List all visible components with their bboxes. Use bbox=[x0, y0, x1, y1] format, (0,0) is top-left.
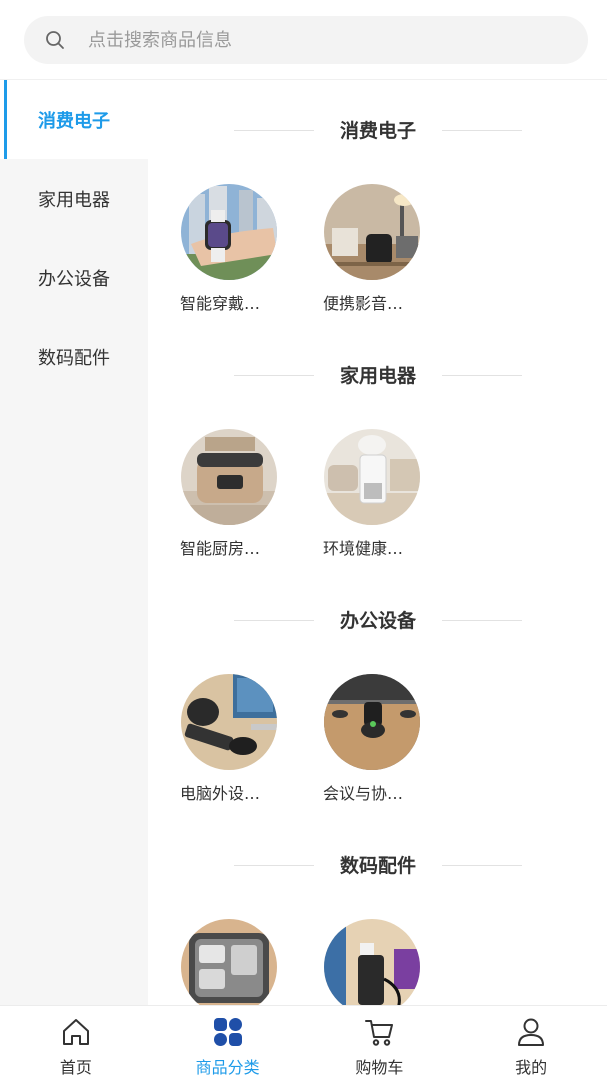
category-section: 家用电器 智能厨房… 环境健康… bbox=[148, 325, 607, 570]
section-title: 办公设备 bbox=[339, 610, 416, 632]
accessory-case-image bbox=[181, 919, 277, 1005]
category-section: 消费电子 智能穿戴… 便携影音… bbox=[148, 80, 607, 325]
sidebar-item-consumer-electronics[interactable]: 消费电子 bbox=[0, 80, 148, 159]
app-screen: 消费电子 家用电器 办公设备 数码配件 消费电子 bbox=[0, 0, 607, 1080]
sidebar-item-label: 数码配件 bbox=[38, 347, 110, 369]
product-label: 便携影音… bbox=[323, 294, 404, 313]
search-header bbox=[0, 0, 607, 80]
product-card-meeting-collaboration[interactable]: 会议与协… bbox=[323, 674, 423, 804]
section-header: 家用电器 bbox=[148, 361, 607, 391]
section-title: 家用电器 bbox=[339, 365, 416, 387]
section-header: 数码配件 bbox=[148, 851, 607, 881]
search-input[interactable] bbox=[88, 29, 528, 51]
sidebar-item-digital-accessories[interactable]: 数码配件 bbox=[0, 317, 148, 396]
product-label: 电脑外设… bbox=[180, 784, 261, 803]
conference-device-image bbox=[324, 674, 420, 770]
cart-icon bbox=[363, 1016, 395, 1048]
category-section: 数码配件 bbox=[148, 815, 607, 1005]
tab-profile[interactable]: 我的 bbox=[455, 1006, 607, 1080]
product-card-portable-audio[interactable]: 便携影音… bbox=[323, 184, 423, 314]
tab-label: 商品分类 bbox=[195, 1058, 260, 1077]
search-icon bbox=[44, 29, 66, 51]
sidebar-item-label: 家用电器 bbox=[38, 189, 110, 211]
sidebar-item-label: 消费电子 bbox=[38, 110, 110, 132]
product-label: 会议与协… bbox=[323, 784, 404, 803]
section-title: 消费电子 bbox=[339, 120, 416, 142]
air-purifier-image bbox=[324, 429, 420, 525]
home-icon bbox=[60, 1016, 92, 1048]
sidebar-item-office-equipment[interactable]: 办公设备 bbox=[0, 238, 148, 317]
section-title: 数码配件 bbox=[339, 855, 416, 877]
product-card-pc-peripherals[interactable]: 电脑外设… bbox=[180, 674, 280, 804]
product-card-smart-wearables[interactable]: 智能穿戴… bbox=[180, 184, 280, 314]
product-card-digital-accessory-1[interactable] bbox=[180, 919, 280, 1005]
tab-label: 我的 bbox=[515, 1058, 548, 1077]
category-sidebar: 消费电子 家用电器 办公设备 数码配件 bbox=[0, 80, 148, 1005]
rice-cooker-image bbox=[181, 429, 277, 525]
tab-home[interactable]: 首页 bbox=[0, 1006, 152, 1080]
product-card-digital-accessory-2[interactable] bbox=[323, 919, 423, 1005]
tab-label: 首页 bbox=[59, 1058, 92, 1077]
sidebar-item-label: 办公设备 bbox=[38, 268, 110, 290]
section-header: 消费电子 bbox=[148, 116, 607, 146]
tab-cart[interactable]: 购物车 bbox=[304, 1006, 456, 1080]
section-header: 办公设备 bbox=[148, 606, 607, 636]
product-label: 环境健康… bbox=[323, 539, 404, 558]
product-card-environment-health[interactable]: 环境健康… bbox=[323, 429, 423, 559]
power-bank-image bbox=[324, 919, 420, 1005]
peripherals-image bbox=[181, 674, 277, 770]
search-bar[interactable] bbox=[24, 16, 588, 64]
product-label: 智能穿戴… bbox=[180, 294, 261, 313]
smartwatch-image bbox=[181, 184, 277, 280]
speaker-image bbox=[324, 184, 420, 280]
product-label: 智能厨房… bbox=[180, 539, 261, 558]
category-content: 消费电子 智能穿戴… 便携影音… 家用电器 智能厨房… 环境健康… 办公设备 电… bbox=[148, 80, 607, 1005]
divider bbox=[442, 620, 522, 621]
product-card-smart-kitchen[interactable]: 智能厨房… bbox=[180, 429, 280, 559]
category-icon bbox=[212, 1016, 244, 1048]
category-section: 办公设备 电脑外设… 会议与协… bbox=[148, 570, 607, 815]
tab-label: 购物车 bbox=[355, 1058, 404, 1077]
divider bbox=[442, 865, 522, 866]
divider bbox=[442, 375, 522, 376]
tab-categories[interactable]: 商品分类 bbox=[152, 1006, 304, 1080]
bottom-tab-bar: 首页 商品分类 购物车 我的 bbox=[0, 1005, 607, 1080]
divider bbox=[442, 130, 522, 131]
sidebar-item-home-appliances[interactable]: 家用电器 bbox=[0, 159, 148, 238]
user-icon bbox=[515, 1016, 547, 1048]
